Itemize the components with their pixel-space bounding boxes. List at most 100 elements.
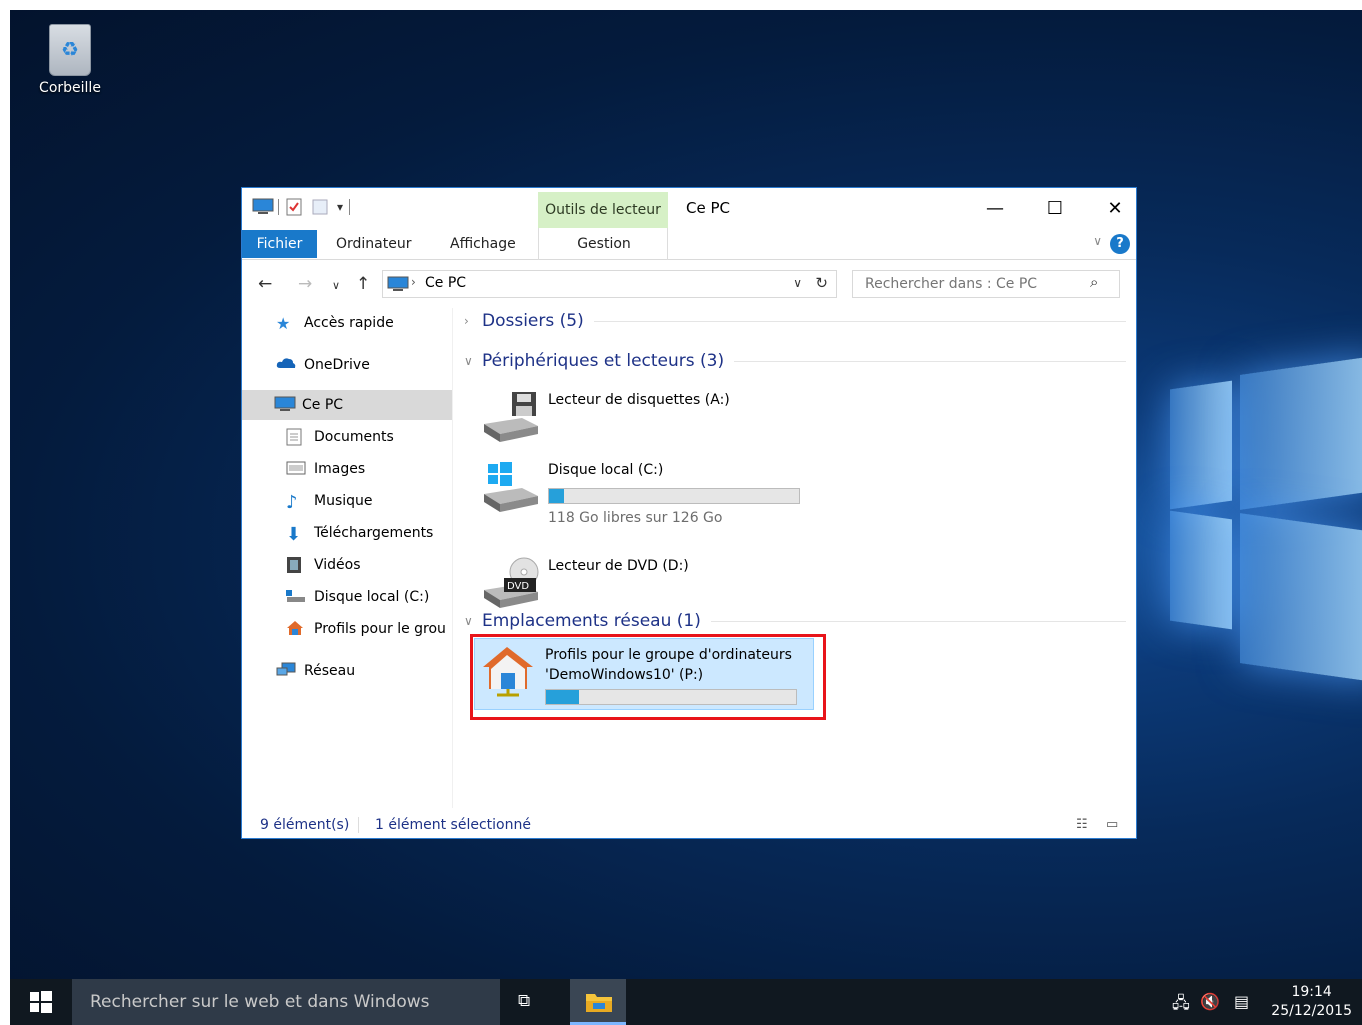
images-icon [286,460,306,478]
drive-local-c[interactable]: Disque local (C:) 118 Go libres sur 126 … [478,454,808,526]
sidebar-item-reseau[interactable]: Réseau [242,656,452,686]
sidebar-item-label: OneDrive [304,357,370,373]
sidebar-item-label: Ce PC [302,397,344,413]
sidebar-item-onedrive[interactable]: OneDrive [242,350,452,380]
group-dossiers[interactable]: › Dossiers (5) [464,308,1126,334]
clock-date: 25/12/2015 [1271,1003,1352,1019]
title-bar: ▾ Outils de lecteur Ce PC — ☐ ✕ [242,188,1136,228]
taskbar-search-box[interactable]: Rechercher sur le web et dans Windows [72,979,500,1025]
computer-icon[interactable] [252,198,274,216]
clock[interactable]: 19:14 25/12/2015 [1271,983,1352,1021]
sidebar-item-images[interactable]: Images [242,454,452,484]
quick-access-toolbar: ▾ [252,198,351,216]
sidebar-item-label: Réseau [304,663,356,679]
sidebar-item-profils[interactable]: Profils pour le grou [242,614,452,644]
item-count: 9 élément(s) [260,817,350,833]
window-title: Ce PC [686,199,730,217]
large-icons-view-icon[interactable]: ▭ [1106,817,1118,832]
sidebar-item-acces-rapide[interactable]: ★ Accès rapide [242,308,452,338]
star-icon: ★ [276,314,291,333]
drive-icon [286,588,306,606]
chevron-down-icon: ∨ [464,354,473,368]
sidebar-item-documents[interactable]: Documents [242,422,452,452]
volume-muted-icon[interactable]: 🔇 [1200,992,1220,1011]
address-bar[interactable]: › Ce PC ∨ ↻ [382,270,837,298]
wallpaper-logo [1140,355,1362,725]
sidebar-item-label: Disque local (C:) [314,589,430,605]
task-view-icon[interactable]: ⧉ [518,991,530,1011]
breadcrumb[interactable]: Ce PC [425,275,466,291]
qat-dropdown-icon[interactable]: ▾ [337,200,343,214]
drive-name: Lecteur de disquettes (A:) [548,392,730,408]
file-explorer-taskbar-button[interactable] [570,979,626,1025]
drive-usage-fill [549,489,564,503]
explorer-window: ▾ Outils de lecteur Ce PC — ☐ ✕ Fichier … [241,187,1137,839]
drive-floppy[interactable]: Lecteur de disquettes (A:) [478,384,808,454]
sidebar-item-label: Images [314,461,366,477]
pane-divider [452,308,453,808]
drive-name: Lecteur de DVD (D:) [548,558,689,574]
clock-time: 19:14 [1291,984,1332,1000]
drive-name: Disque local (C:) [548,462,664,478]
back-arrow-icon[interactable]: ← [258,274,272,294]
sidebar-item-label: Accès rapide [304,315,394,331]
content-pane: › Dossiers (5) ∨ Périphériques et lecteu… [460,308,1130,808]
sidebar-item-label: Téléchargements [314,525,434,541]
recent-locations-icon[interactable]: ∨ [332,279,340,292]
help-icon[interactable]: ? [1110,234,1130,254]
properties-icon[interactable] [285,198,305,216]
group-divider [734,360,1126,362]
tab-fichier[interactable]: Fichier [242,230,317,258]
selection-count: 1 élément sélectionné [375,817,531,833]
status-separator [358,817,359,833]
up-arrow-icon[interactable]: ↑ [356,274,370,294]
recycle-bin[interactable]: Corbeille [30,24,110,96]
group-peripheriques[interactable]: ∨ Périphériques et lecteurs (3) [464,348,1126,374]
status-bar: 9 élément(s) 1 élément sélectionné ☷ ▭ [242,814,1136,838]
dvd-drive-icon: DVD [482,556,540,610]
floppy-drive-icon [482,390,540,444]
address-dropdown-icon[interactable]: ∨ [793,276,802,290]
search-input[interactable] [852,270,1120,298]
sidebar-item-ce-pc[interactable]: Ce PC [242,390,452,420]
search-icon[interactable]: ⌕ [1090,273,1098,291]
sidebar-item-label: Documents [314,429,394,445]
sidebar-item-musique[interactable]: ♪ Musique [242,486,452,516]
ribbon-expand-icon[interactable]: ∨ [1093,234,1102,248]
refresh-icon[interactable]: ↻ [815,274,828,292]
highlight-box [470,634,826,720]
group-divider [710,620,1126,622]
minimize-button[interactable]: — [972,194,1018,224]
chevron-right-icon: › [464,314,469,328]
new-folder-icon[interactable] [311,198,331,216]
tab-affichage[interactable]: Affichage [450,230,516,258]
group-divider [593,320,1126,322]
sidebar-item-label: Musique [314,493,373,509]
sidebar-item-disque-local[interactable]: Disque local (C:) [242,582,452,612]
chevron-down-icon: ∨ [464,614,473,628]
recycle-bin-icon [49,24,91,76]
sidebar-item-telechargements[interactable]: ⬇ Téléchargements [242,518,452,548]
sidebar-item-videos[interactable]: Vidéos [242,550,452,580]
network-tray-icon[interactable]: 🖧 [1172,992,1190,1019]
breadcrumb-separator-icon: › [411,275,416,289]
close-button[interactable]: ✕ [1092,194,1138,224]
windows-start-icon[interactable] [30,991,52,1013]
sidebar-item-label: Profils pour le grou [314,621,446,637]
notifications-icon[interactable]: ▤ [1234,992,1249,1011]
forward-arrow-icon[interactable]: → [298,274,312,294]
folder-icon [585,991,613,1017]
taskbar: Rechercher sur le web et dans Windows ⧉ … [10,979,1362,1025]
address-row: ← → ∨ ↑ › Ce PC ∨ ↻ ⌕ [242,268,1136,302]
tab-gestion-container: Gestion [538,228,668,260]
computer-icon [274,396,296,414]
details-view-icon[interactable]: ☷ [1076,817,1088,832]
group-emplacements-reseau[interactable]: ∨ Emplacements réseau (1) [464,608,1126,634]
desktop: Corbeille ▾ Outils de lecteur Ce PC — [10,10,1362,1025]
maximize-button[interactable]: ☐ [1032,194,1078,224]
contextual-tab-drive-tools[interactable]: Outils de lecteur [538,192,668,228]
tab-gestion[interactable]: Gestion [539,230,669,258]
tab-ordinateur[interactable]: Ordinateur [336,230,412,258]
group-heading: Dossiers (5) [482,311,584,331]
windows-drive-icon [482,460,540,514]
